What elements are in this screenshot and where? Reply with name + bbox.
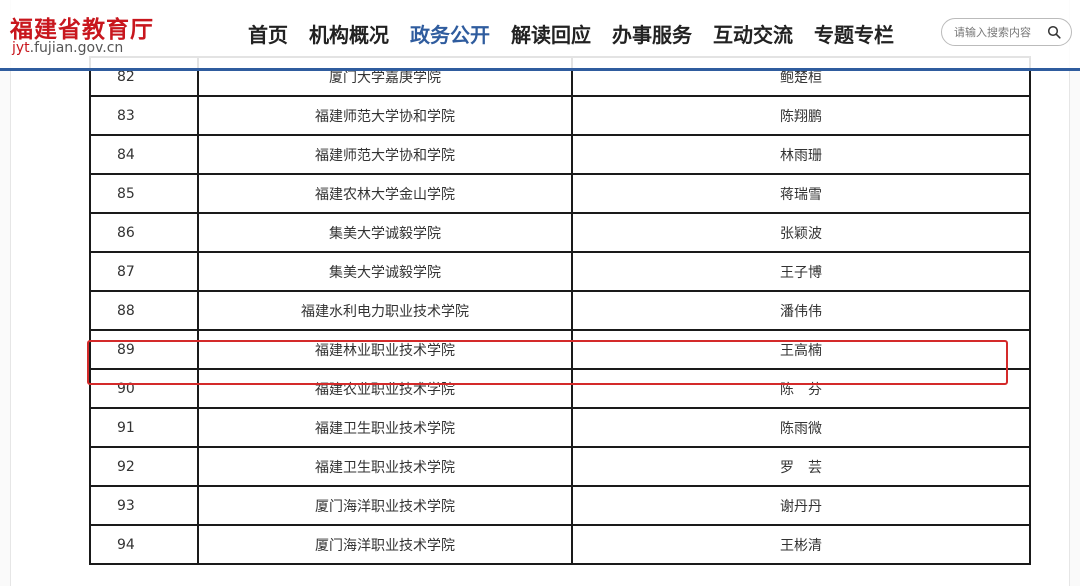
name-cell: 罗 芸 — [571, 446, 1031, 487]
name-cell: 王子博 — [571, 251, 1031, 292]
row-number-cell: 90 — [89, 368, 199, 409]
name-cell: 陈 芬 — [571, 368, 1031, 409]
table-row: 88 福建水利电力职业技术学院 潘伟伟 — [89, 290, 1031, 331]
table-row: 90 福建农业职业技术学院陈 芬 — [89, 368, 1031, 409]
search-icon[interactable] — [1047, 25, 1061, 39]
row-number-cell: 84 — [89, 134, 199, 175]
row-number-cell: 92 — [89, 446, 199, 487]
row-number-cell: 87 — [89, 251, 199, 292]
table-row: 94 厦门海洋职业技术学院 王彬清 — [89, 524, 1031, 565]
table-row: 84 福建师范大学协和学院 林雨珊 — [89, 134, 1031, 175]
school-cell: 福建水利电力职业技术学院 — [197, 290, 573, 331]
table-row: 85 福建农林大学金山学院 蒋瑞雪 — [89, 173, 1031, 214]
school-cell: 福建师范大学协和学院 — [197, 134, 573, 175]
row-number-cell: 93 — [89, 485, 199, 526]
table-row: 87 集美大学诚毅学院 王子博 — [89, 251, 1031, 292]
name-cell: 张颖波 — [571, 212, 1031, 253]
domain-prefix: jyt — [12, 40, 30, 56]
table-row: 83 福建师范大学协和学院 陈翔鹏 — [89, 95, 1031, 136]
school-cell: 福建农业职业技术学院 — [197, 368, 573, 409]
name-cell: 陈雨微 — [571, 407, 1031, 448]
school-cell: 集美大学诚毅学院 — [197, 212, 573, 253]
nav-item-services[interactable]: 办事服务 — [612, 19, 692, 48]
table-row: 91 福建卫生职业技术学院 陈雨微 — [89, 407, 1031, 448]
site-domain: jyt.fujian.gov.cn — [12, 40, 123, 56]
domain-suffix: .fujian.gov.cn — [29, 40, 124, 56]
school-cell: 厦门海洋职业技术学院 — [197, 524, 573, 565]
search-input[interactable] — [954, 23, 1050, 41]
nav-item-organization[interactable]: 机构概况 — [309, 19, 389, 48]
main-nav: 首页 机构概况 政务公开 解读回应 办事服务 互动交流 专题专栏 — [248, 19, 915, 48]
row-number-cell: 85 — [89, 173, 199, 214]
row-number-cell: 86 — [89, 212, 199, 253]
school-cell: 福建卫生职业技术学院 — [197, 407, 573, 448]
name-cell: 陈翔鹏 — [571, 95, 1031, 136]
site-header: 福建省教育厅 jyt.fujian.gov.cn 首页 机构概况 政务公开 解读… — [0, 0, 1080, 68]
nav-item-home[interactable]: 首页 — [248, 19, 288, 48]
school-cell: 集美大学诚毅学院 — [197, 251, 573, 292]
name-cell: 林雨珊 — [571, 134, 1031, 175]
school-cell: 福建卫生职业技术学院 — [197, 446, 573, 487]
search-box — [941, 18, 1072, 46]
row-number-cell: 94 — [89, 524, 199, 565]
nav-item-special-topics[interactable]: 专题专栏 — [814, 19, 894, 48]
nav-item-interaction[interactable]: 互动交流 — [713, 19, 793, 48]
right-margin — [1069, 0, 1080, 586]
school-cell: 厦门海洋职业技术学院 — [197, 485, 573, 526]
school-cell: 福建师范大学协和学院 — [197, 95, 573, 136]
name-cell: 王彬清 — [571, 524, 1031, 565]
row-number-cell: 88 — [89, 290, 199, 331]
table-row-highlighted: 89 福建林业职业技术学院 王高楠 — [89, 329, 1031, 370]
row-number-cell: 89 — [89, 329, 199, 370]
school-cell: 福建林业职业技术学院 — [197, 329, 573, 370]
header-divider — [0, 68, 1080, 71]
row-number-cell: 83 — [89, 95, 199, 136]
table-row: 93 厦门海洋职业技术学院 谢丹丹 — [89, 485, 1031, 526]
nav-item-interpretation[interactable]: 解读回应 — [511, 19, 591, 48]
results-table: 82 厦门大学嘉庚学院 鲍楚桓 83 福建师范大学协和学院 陈翔鹏 84 福建师范大学协和学院… — [89, 56, 1031, 565]
table-row: 86 集美大学诚毅学院 张颖波 — [89, 212, 1031, 253]
name-cell: 王高楠 — [571, 329, 1031, 370]
nav-item-government-affairs[interactable]: 政务公开 — [410, 19, 490, 48]
name-cell: 潘伟伟 — [571, 290, 1031, 331]
results-table-wrap: 82 厦门大学嘉庚学院 鲍楚桓 83 福建师范大学协和学院 陈翔鹏 84 福建师范大学协和学院… — [89, 56, 1031, 565]
school-cell: 福建农林大学金山学院 — [197, 173, 573, 214]
row-number-cell: 91 — [89, 407, 199, 448]
name-cell: 蒋瑞雪 — [571, 173, 1031, 214]
table-row: 92 福建卫生职业技术学院罗 芸 — [89, 446, 1031, 487]
name-cell: 谢丹丹 — [571, 485, 1031, 526]
page: 82 厦门大学嘉庚学院 鲍楚桓 83 福建师范大学协和学院 陈翔鹏 84 福建师范大学协和学院… — [0, 0, 1080, 586]
site-logo-title[interactable]: 福建省教育厅 — [10, 10, 154, 44]
left-margin — [0, 0, 11, 586]
